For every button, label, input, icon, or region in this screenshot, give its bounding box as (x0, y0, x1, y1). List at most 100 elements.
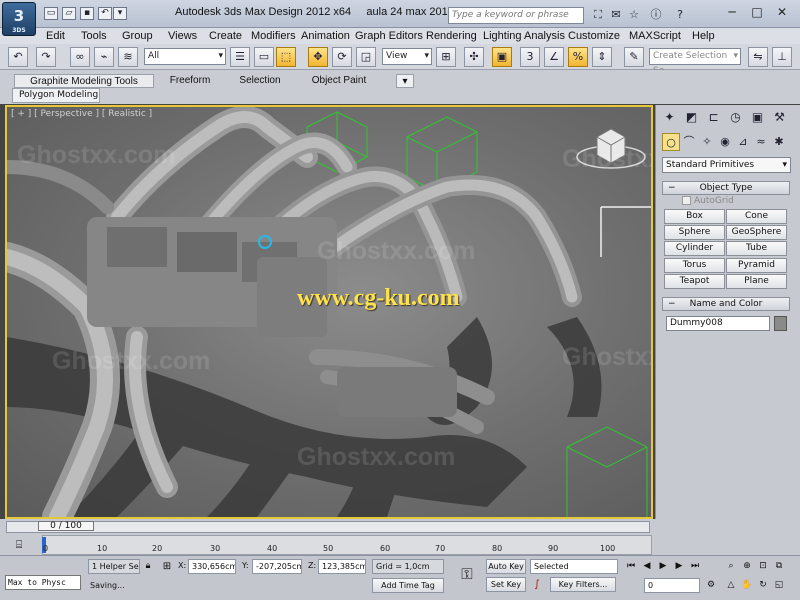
menu-create[interactable]: Create (209, 28, 242, 44)
open-file-button[interactable]: ▱ (62, 7, 76, 20)
cameras-icon[interactable]: ◉ (716, 133, 734, 151)
play-icon[interactable]: ▶ (656, 559, 670, 573)
ribbon-panel-polygon-modeling[interactable]: Polygon Modeling (12, 88, 100, 103)
menu-tools[interactable]: Tools (81, 28, 107, 44)
redo-icon[interactable]: ↷ (36, 47, 56, 67)
select-and-move-icon[interactable]: ✥ (308, 47, 328, 67)
add-time-tag-button[interactable]: Add Time Tag (372, 578, 444, 593)
bind-space-warp-icon[interactable]: ≋ (118, 47, 138, 67)
modify-tab-icon[interactable]: ◩ (682, 108, 701, 127)
geometry-icon[interactable]: ○ (662, 133, 680, 151)
sphere-button[interactable]: Sphere (664, 225, 725, 240)
snaps-toggle-button[interactable]: 3 (520, 47, 540, 67)
mini-curve-editor-icon[interactable]: ⌸ (10, 537, 28, 553)
cone-button[interactable]: Cone (726, 209, 787, 224)
undo-quick-button[interactable]: ↶ (98, 7, 112, 20)
go-to-start-icon[interactable]: ⏮ (624, 559, 638, 573)
pyramid-button[interactable]: Pyramid (726, 258, 787, 273)
menu-animation[interactable]: Animation (301, 28, 350, 44)
align-icon[interactable]: ⊥ (772, 47, 792, 67)
mirror-icon[interactable]: ⇋ (748, 47, 768, 67)
menu-views[interactable]: Views (168, 28, 197, 44)
track-bar[interactable] (42, 535, 652, 555)
key-mode-dropdown[interactable]: Selected (530, 559, 618, 574)
create-tab-icon[interactable]: ✦ (660, 108, 679, 127)
pivot-center-icon[interactable]: ⊞ (436, 47, 456, 67)
rollout-name-and-color[interactable]: Name and Color (662, 297, 790, 311)
rollout-object-type[interactable]: Object Type (662, 181, 790, 195)
reference-coordinate-dropdown[interactable]: View (382, 48, 432, 65)
menu-graph-editors[interactable]: Graph Editors (355, 28, 423, 44)
y-coordinate-field[interactable]: -207,205cm (252, 559, 302, 574)
go-to-end-icon[interactable]: ⏭ (688, 559, 702, 573)
keyboard-shortcut-override-icon[interactable]: ▣ (492, 47, 512, 67)
systems-icon[interactable]: ✱ (770, 133, 788, 151)
time-slider-track[interactable] (6, 521, 650, 533)
tube-button[interactable]: Tube (726, 241, 787, 256)
set-key-button[interactable]: Set Key (486, 577, 526, 592)
auto-key-button[interactable]: Auto Key (486, 559, 526, 574)
teapot-button[interactable]: Teapot (664, 274, 725, 289)
angle-snap-icon[interactable]: ∠ (544, 47, 564, 67)
space-warps-icon[interactable]: ≈ (752, 133, 770, 151)
x-coordinate-field[interactable]: 330,656cm (188, 559, 236, 574)
unlink-icon[interactable]: ⌁ (94, 47, 114, 67)
edit-named-selection-icon[interactable]: ✎ (624, 47, 644, 67)
helpers-icon[interactable]: ⊿ (734, 133, 752, 151)
close-button[interactable]: ✕ (770, 4, 794, 22)
object-name-field[interactable]: Dummy008 (666, 316, 770, 331)
time-configuration-icon[interactable]: ⚙ (704, 578, 718, 592)
z-coordinate-field[interactable]: 123,385cm (318, 559, 366, 574)
menu-help[interactable]: Help (692, 28, 715, 44)
absolute-mode-icon[interactable]: ⊞ (160, 559, 174, 574)
select-object-icon[interactable]: ⬚ (276, 47, 296, 67)
menu-edit[interactable]: Edit (46, 28, 65, 44)
tab-selection[interactable]: Selection (230, 74, 290, 88)
communication-center-icon[interactable]: ✉ (608, 7, 624, 23)
pan-view-icon[interactable]: ✋ (740, 578, 754, 592)
select-and-scale-icon[interactable]: ◲ (356, 47, 376, 67)
select-and-link-icon[interactable]: ∞ (70, 47, 90, 67)
menu-maxscript[interactable]: MAXScript (629, 28, 681, 44)
hierarchy-tab-icon[interactable]: ⊏ (704, 108, 723, 127)
named-selection-sets-dropdown[interactable]: Create Selection Se (649, 48, 741, 76)
key-icon[interactable]: ⚿ (452, 561, 482, 587)
select-manipulate-icon[interactable]: ✣ (464, 47, 484, 67)
primitive-category-dropdown[interactable]: Standard Primitives (662, 157, 791, 173)
box-button[interactable]: Box (664, 209, 725, 224)
torus-button[interactable]: Torus (664, 258, 725, 273)
maximize-button[interactable]: □ (745, 4, 769, 22)
help-button[interactable]: ? (672, 7, 688, 23)
menu-customize[interactable]: Customize (568, 28, 620, 44)
maximize-viewport-icon[interactable]: ◱ (772, 578, 786, 592)
quick-access-dropdown[interactable]: ▾ (113, 7, 127, 20)
selection-lock-icon[interactable]: 🔒︎ (142, 559, 154, 574)
favorites-star-icon[interactable]: ☆ (626, 7, 642, 23)
search-input[interactable]: Type a keyword or phrase (448, 7, 584, 24)
binoculars-icon[interactable]: ⛶ (590, 7, 606, 23)
menu-lighting-analysis[interactable]: Lighting Analysis (483, 28, 565, 44)
zoom-extents-all-icon[interactable]: ⧉ (772, 559, 786, 573)
display-tab-icon[interactable]: ▣ (748, 108, 767, 127)
spinner-snap-icon[interactable]: ⇕ (592, 47, 612, 67)
plane-button[interactable]: Plane (726, 274, 787, 289)
select-by-name-icon[interactable]: ☰ (230, 47, 250, 67)
autogrid-checkbox[interactable] (682, 196, 691, 205)
select-and-rotate-icon[interactable]: ⟳ (332, 47, 352, 67)
orbit-icon[interactable]: ↻ (756, 578, 770, 592)
application-button[interactable]: 3 3DS (2, 2, 36, 36)
previous-frame-icon[interactable]: ◀ (640, 559, 654, 573)
tab-graphite-modeling-tools[interactable]: Graphite Modeling Tools (14, 74, 154, 88)
ribbon-options-dropdown[interactable]: ▾ (396, 74, 414, 88)
save-file-button[interactable]: ▪ (80, 7, 94, 20)
utilities-tab-icon[interactable]: ⚒ (770, 108, 789, 127)
menu-rendering[interactable]: Rendering (426, 28, 477, 44)
rectangular-selection-icon[interactable]: ▭ (254, 47, 274, 67)
maxscript-listener-field[interactable]: Max to Physc (5, 575, 81, 590)
motion-tab-icon[interactable]: ◷ (726, 108, 745, 127)
info-icon[interactable]: ⓘ (648, 7, 664, 23)
default-in-out-tangent-icon[interactable]: ∫ (528, 577, 546, 592)
perspective-viewport[interactable]: [ + ] [ Perspective ] [ Realistic ] Ghos… (5, 105, 653, 519)
field-of-view-icon[interactable]: △ (724, 578, 738, 592)
selection-filter-dropdown[interactable]: All (144, 48, 226, 65)
